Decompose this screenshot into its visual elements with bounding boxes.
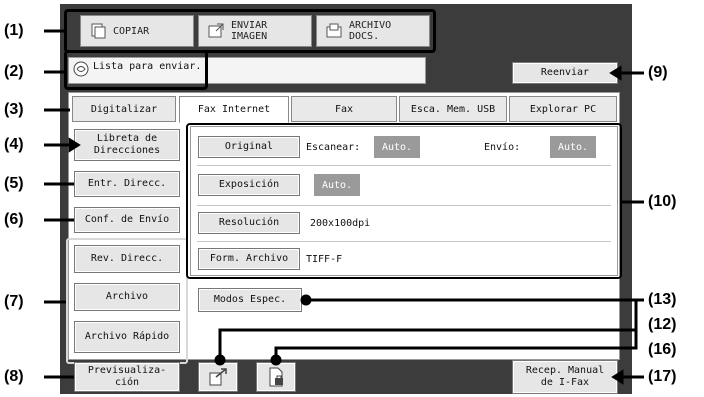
callout-1: (1): [4, 22, 24, 39]
callout-3: (3): [4, 101, 24, 118]
callout-6: (6): [4, 211, 24, 228]
callout-leader-lines: [44, 29, 644, 385]
callout-12: (12): [648, 316, 677, 333]
callout-17: (17): [648, 368, 677, 385]
callout-8: (8): [4, 368, 24, 385]
callout-16: (16): [648, 341, 677, 358]
callout-9: (9): [648, 64, 668, 81]
callout-13: (13): [648, 291, 677, 308]
callout-5: (5): [4, 175, 24, 192]
callout-4: (4): [4, 136, 24, 153]
callout-10: (10): [648, 193, 677, 210]
callout-7: (7): [4, 293, 24, 310]
callout-2: (2): [4, 63, 24, 80]
